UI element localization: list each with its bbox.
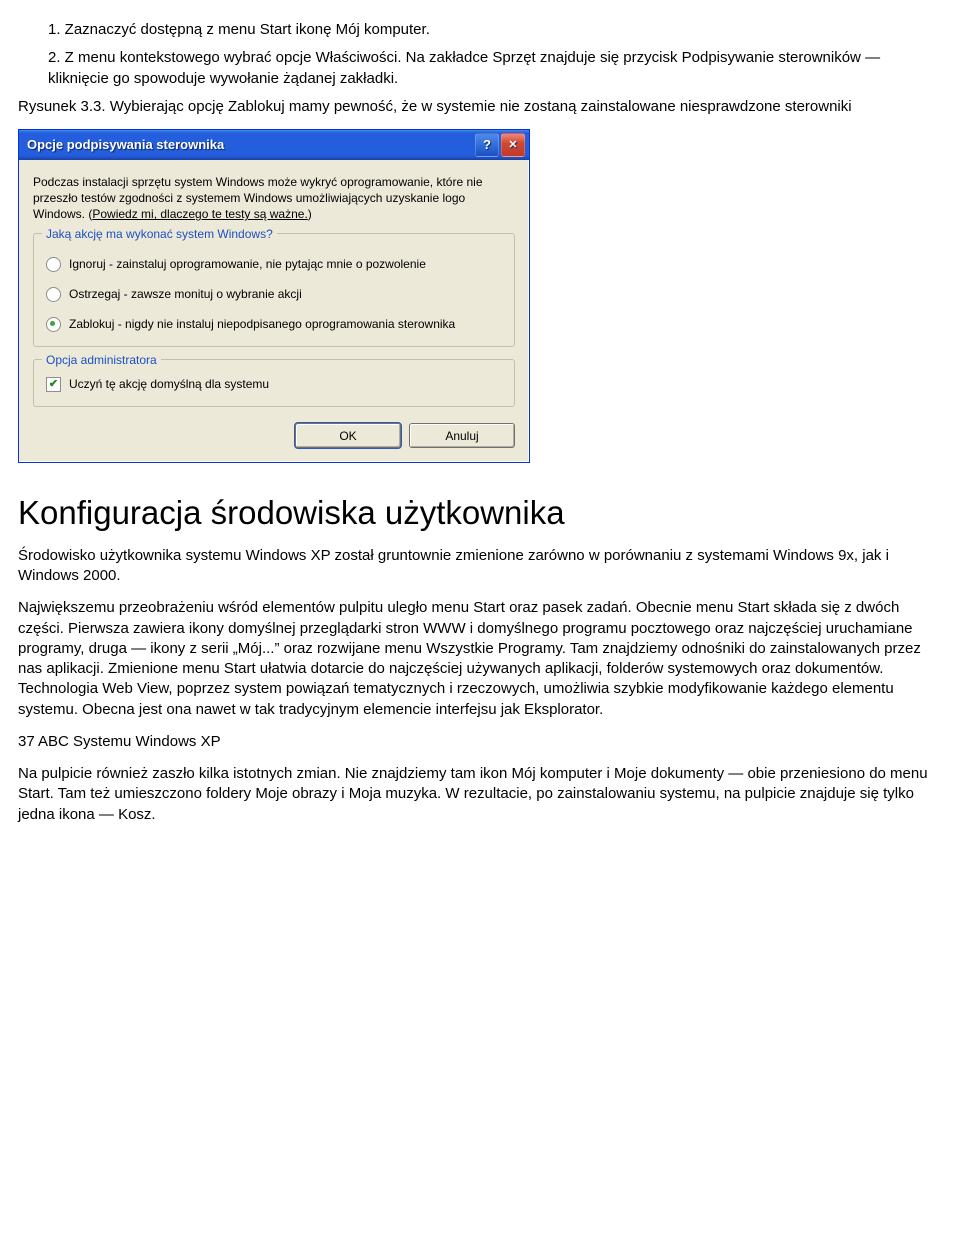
radio-ignore[interactable]: Ignoruj - zainstaluj oprogramowanie, nie… [46, 256, 502, 272]
checkbox-make-default[interactable]: Uczyń tę akcję domyślną dla systemu [46, 376, 502, 392]
list-item-1: 1. Zaznaczyć dostępną z menu Start ikonę… [48, 20, 942, 40]
paragraph: Największemu przeobrażeniu wśród element… [18, 598, 942, 720]
cancel-button[interactable]: Anuluj [409, 423, 515, 448]
radio-icon [46, 317, 61, 332]
term: Sprzęt [492, 49, 535, 66]
radio-icon [46, 257, 61, 272]
dialog-body: Podczas instalacji sprzętu system Window… [19, 160, 529, 462]
list-item-2: 2. Z menu kontekstowego wybrać opcje Wła… [48, 48, 942, 89]
paragraph: 37 ABC Systemu Windows XP [18, 732, 942, 752]
radio-warn[interactable]: Ostrzegaj - zawsze monituj o wybranie ak… [46, 286, 502, 302]
action-group: Jaką akcję ma wykonać system Windows? Ig… [33, 233, 515, 348]
checkbox-icon [46, 377, 61, 392]
paragraph: Środowisko użytkownika systemu Windows X… [18, 546, 942, 587]
title-bar[interactable]: Opcje podpisywania sterownika [19, 130, 529, 160]
radio-label: Ostrzegaj - zawsze monituj o wybranie ak… [69, 286, 302, 302]
radio-icon [46, 287, 61, 302]
help-button[interactable] [475, 133, 499, 157]
admin-group: Opcja administratora Uczyń tę akcję domy… [33, 359, 515, 407]
text: 2. Z menu kontekstowego wybrać opcje [48, 49, 316, 66]
admin-group-legend: Opcja administratora [42, 352, 161, 368]
driver-signing-dialog: Opcje podpisywania sterownika Podczas in… [18, 129, 530, 463]
radio-label: Ignoruj - zainstaluj oprogramowanie, nie… [69, 256, 426, 272]
text: znajduje się przycisk [536, 49, 682, 66]
title-bar-text: Opcje podpisywania sterownika [27, 136, 475, 154]
term: Właściwości [316, 49, 398, 66]
ok-button[interactable]: OK [295, 423, 401, 448]
paragraph: Na pulpicie również zaszło kilka istotny… [18, 764, 942, 825]
figure-caption: Rysunek 3.3. Wybierając opcję Zablokuj m… [18, 97, 942, 117]
close-button[interactable] [501, 133, 525, 157]
checkbox-label: Uczyń tę akcję domyślną dla systemu [69, 376, 269, 392]
why-tests-link[interactable]: Powiedz mi, dlaczego te testy są ważne. [92, 207, 307, 221]
dialog-buttons: OK Anuluj [33, 419, 515, 448]
title-bar-buttons [475, 133, 525, 157]
text: ) [308, 207, 312, 221]
radio-label: Zablokuj - nigdy nie instaluj niepodpisa… [69, 316, 455, 332]
section-heading: Konfiguracja środowiska użytkownika [18, 491, 942, 536]
term: Podpisywanie sterowników [682, 49, 861, 66]
text: . Na zakładce [397, 49, 492, 66]
dialog-intro: Podczas instalacji sprzętu system Window… [33, 174, 515, 223]
action-group-legend: Jaką akcję ma wykonać system Windows? [42, 226, 277, 242]
radio-block[interactable]: Zablokuj - nigdy nie instaluj niepodpisa… [46, 316, 502, 332]
